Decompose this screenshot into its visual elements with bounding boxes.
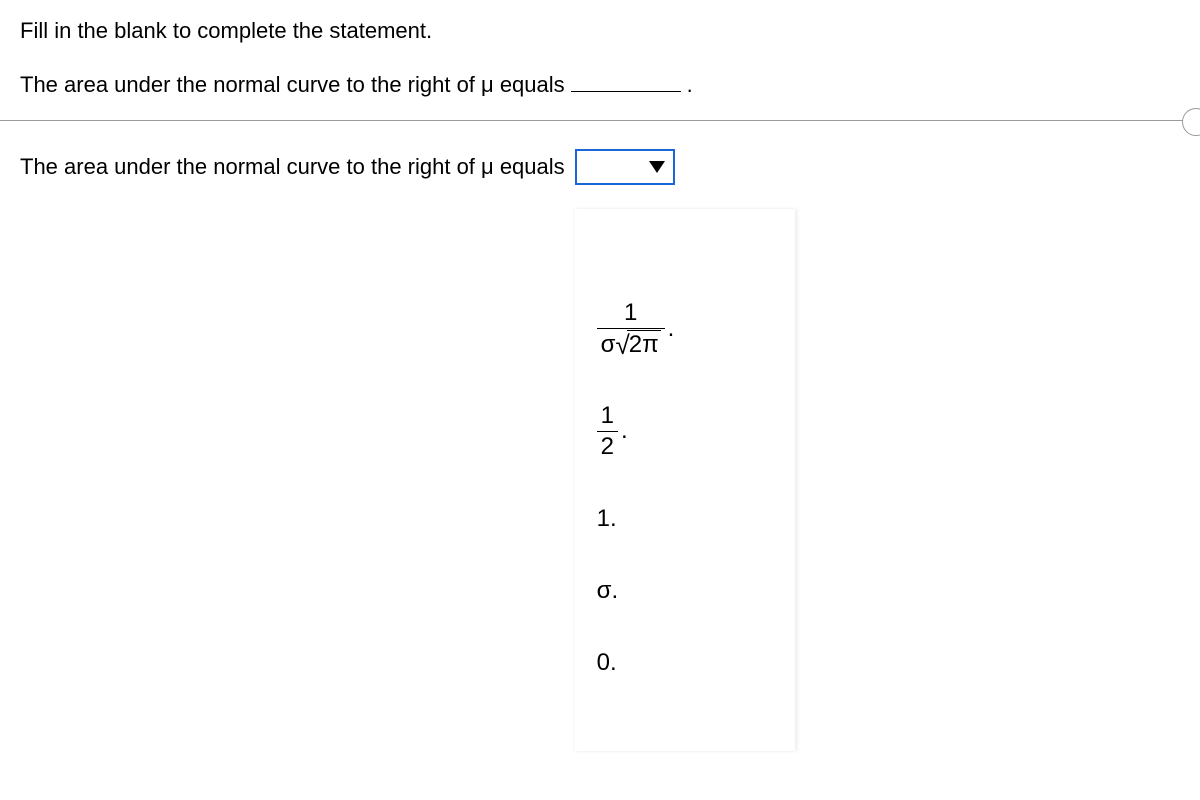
option4-text: σ.: [597, 577, 618, 605]
statement-suffix: .: [687, 72, 693, 98]
answer-row: The area under the normal curve to the r…: [20, 149, 1180, 185]
question-prompt: Fill in the blank to complete the statem…: [20, 18, 1180, 98]
dropdown-options-panel: 1 σ√2π . 1 2 . 1. σ.: [575, 209, 795, 750]
option1-den-radicand: 2π: [627, 330, 661, 359]
answer-dropdown[interactable]: [575, 149, 675, 185]
option-1-over-sigma-root-2pi[interactable]: 1 σ√2π .: [597, 299, 773, 358]
option5-text: 0.: [597, 649, 617, 677]
option3-text: 1.: [597, 505, 617, 533]
option1-period: .: [668, 315, 675, 343]
option2-denominator: 2: [597, 431, 618, 461]
radical-icon: √: [615, 332, 629, 361]
option-one-half[interactable]: 1 2 .: [597, 402, 773, 460]
option1-den-sigma: σ: [601, 331, 616, 358]
answer-prefix-text: The area under the normal curve to the r…: [20, 154, 565, 180]
chevron-down-icon: [649, 161, 665, 173]
option1-numerator: 1: [620, 299, 641, 328]
divider-end-cap: [1182, 108, 1200, 136]
statement-with-blank: The area under the normal curve to the r…: [20, 68, 1180, 98]
fill-blank-line: [571, 68, 681, 92]
statement-prefix: The area under the normal curve to the r…: [20, 72, 565, 98]
option-zero[interactable]: 0.: [597, 649, 773, 677]
option-sigma[interactable]: σ.: [597, 577, 773, 605]
section-divider: [0, 120, 1200, 121]
option2-period: .: [621, 417, 628, 445]
option2-numerator: 1: [597, 402, 618, 431]
option-one[interactable]: 1.: [597, 505, 773, 533]
instruction-text: Fill in the blank to complete the statem…: [20, 18, 1180, 44]
